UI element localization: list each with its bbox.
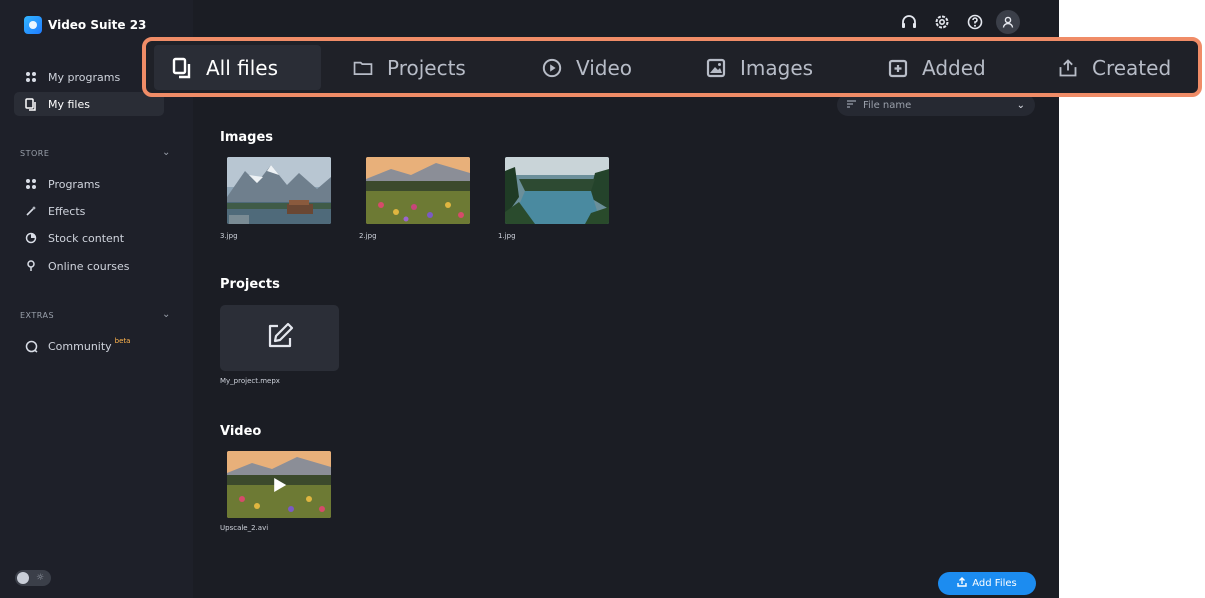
user-icon[interactable] bbox=[996, 10, 1020, 34]
location-pin-icon bbox=[24, 259, 38, 273]
chevron-down-icon[interactable]: ⌄ bbox=[162, 309, 170, 320]
chevron-down-icon[interactable]: ⌄ bbox=[162, 147, 170, 158]
help-icon[interactable] bbox=[963, 10, 987, 34]
tab-all-files[interactable]: All files bbox=[154, 45, 321, 90]
files-icon bbox=[24, 97, 38, 111]
video-thumbnail[interactable] bbox=[227, 451, 331, 518]
folder-icon bbox=[353, 58, 373, 78]
sun-icon: ☼ bbox=[36, 573, 45, 583]
file-name: My_project.mepx bbox=[220, 377, 280, 385]
sidebar-item-label: Programs bbox=[48, 177, 101, 191]
file-name: Upscale_2.avi bbox=[220, 524, 269, 532]
grid-icon bbox=[24, 177, 38, 191]
sidebar-item-label: Effects bbox=[48, 204, 86, 218]
theme-toggle[interactable]: ☼ bbox=[15, 570, 51, 586]
tab-label: All files bbox=[206, 55, 279, 80]
image-thumbnail[interactable] bbox=[227, 157, 331, 224]
files-icon bbox=[172, 57, 192, 78]
play-icon bbox=[274, 477, 287, 492]
file-name: 1.jpg bbox=[498, 232, 516, 240]
sidebar-item-community[interactable]: Community beta bbox=[14, 334, 164, 358]
magic-wand-icon bbox=[24, 204, 38, 218]
tab-created[interactable]: Created bbox=[1058, 45, 1171, 90]
image-thumbnail[interactable] bbox=[505, 157, 609, 224]
image-icon bbox=[706, 58, 726, 78]
toggle-knob bbox=[17, 572, 29, 584]
sidebar-item-label: My files bbox=[48, 97, 90, 111]
app-title: Video Suite 23 bbox=[48, 18, 147, 32]
sort-icon bbox=[847, 99, 857, 111]
sidebar-item-effects[interactable]: Effects bbox=[14, 199, 164, 223]
header-icons bbox=[897, 10, 1020, 34]
tab-label: Images bbox=[740, 55, 814, 80]
file-name: 3.jpg bbox=[220, 232, 238, 240]
headset-icon[interactable] bbox=[897, 10, 921, 34]
sidebar-item-stock-content[interactable]: Stock content bbox=[14, 226, 164, 250]
chevron-down-icon: ⌄ bbox=[1016, 99, 1025, 111]
pie-icon bbox=[24, 231, 38, 245]
gear-icon[interactable] bbox=[930, 10, 954, 34]
share-icon bbox=[1058, 58, 1078, 78]
sidebar-item-programs[interactable]: Programs bbox=[14, 172, 164, 196]
tab-label: Created bbox=[1092, 55, 1172, 80]
beta-badge: beta bbox=[114, 337, 131, 345]
tab-projects[interactable]: Projects bbox=[353, 45, 466, 90]
upload-icon bbox=[957, 577, 967, 590]
sidebar-item-label: Online courses bbox=[48, 259, 130, 273]
sort-label: File name bbox=[863, 99, 912, 111]
sidebar-item-online-courses[interactable]: Online courses bbox=[14, 254, 164, 278]
tab-video[interactable]: Video bbox=[542, 45, 632, 90]
chat-bubble-icon bbox=[24, 339, 38, 353]
add-files-button[interactable]: Add Files bbox=[938, 572, 1036, 595]
tab-label: Video bbox=[576, 55, 633, 80]
sort-dropdown[interactable]: File name ⌄ bbox=[837, 94, 1035, 116]
images-section-title: Images bbox=[220, 130, 274, 145]
tab-label: Added bbox=[922, 55, 986, 80]
video-section-title: Video bbox=[220, 424, 262, 439]
tab-images[interactable]: Images bbox=[706, 45, 813, 90]
sidebar-item-my-files[interactable]: My files bbox=[14, 92, 164, 116]
sidebar-item-label: Community bbox=[48, 339, 112, 353]
sidebar-item-label: Stock content bbox=[48, 231, 125, 245]
extras-section-label: EXTRAS bbox=[20, 311, 55, 320]
projects-section-title: Projects bbox=[220, 277, 280, 292]
grid-icon bbox=[24, 70, 38, 84]
sidebar-item-label: My programs bbox=[48, 70, 121, 84]
play-circle-icon bbox=[542, 58, 562, 78]
image-thumbnail[interactable] bbox=[366, 157, 470, 224]
tab-label: Projects bbox=[387, 55, 466, 80]
app-logo bbox=[24, 16, 42, 34]
store-section-label: STORE bbox=[20, 149, 50, 158]
file-name: 2.jpg bbox=[359, 232, 377, 240]
add-files-label: Add Files bbox=[972, 578, 1017, 589]
add-folder-icon bbox=[888, 58, 908, 78]
project-card[interactable] bbox=[220, 305, 339, 371]
tab-added[interactable]: Added bbox=[888, 45, 986, 90]
edit-icon bbox=[264, 320, 296, 356]
